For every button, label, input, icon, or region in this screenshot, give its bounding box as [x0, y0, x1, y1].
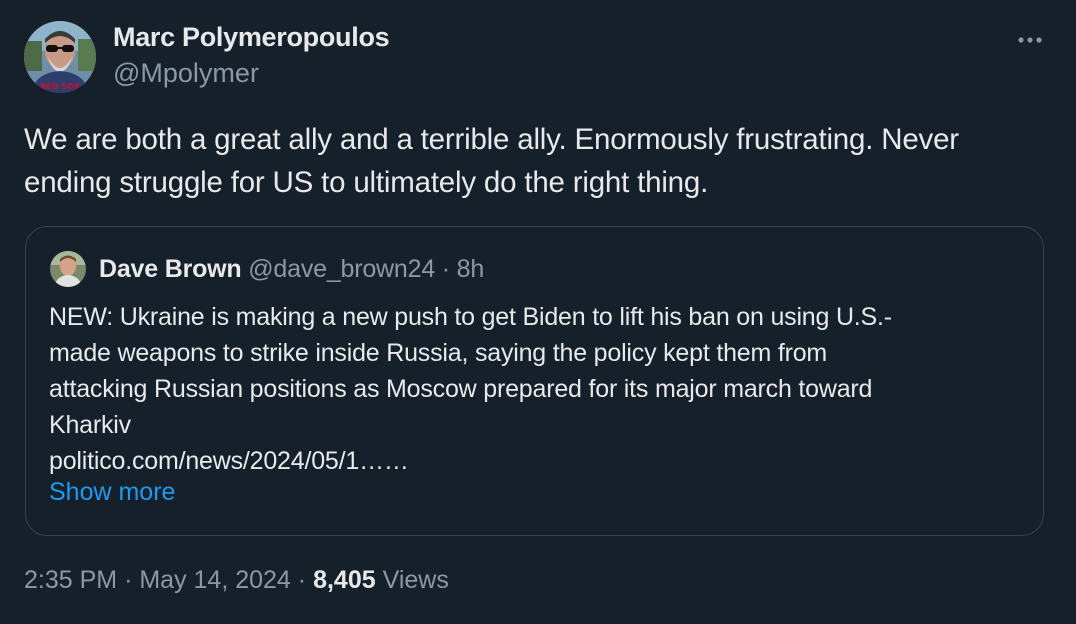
avatar-image: RED SOX: [24, 21, 96, 93]
tweet-text-line: ending struggle for US to ultimately do …: [24, 166, 709, 199]
tweet-date[interactable]: May 14, 2024: [139, 566, 291, 594]
author-handle[interactable]: @Mpolymer: [113, 58, 259, 89]
quoted-separator: ·: [441, 255, 450, 283]
author-name[interactable]: Marc Polymeropoulos: [113, 22, 390, 53]
show-more-link[interactable]: Show more: [49, 478, 175, 507]
tweet: RED SOX Marc Polymeropoulos @Mpolymer We…: [0, 0, 1076, 624]
views-count: 8,405: [313, 566, 376, 594]
quoted-text-line: made weapons to strike inside Russia, sa…: [49, 339, 828, 367]
tweet-text-line: We are both a great ally and a terrible …: [24, 123, 959, 156]
quoted-text-line: attacking Russian positions as Moscow pr…: [49, 375, 873, 403]
tweet-metadata: 2:35 PM · May 14, 2024 · 8,405 Views: [24, 566, 449, 595]
author-avatar[interactable]: RED SOX: [24, 21, 96, 93]
views-label: Views: [382, 566, 449, 594]
quoted-text-line: NEW: Ukraine is making a new push to get…: [49, 303, 892, 331]
quoted-header: Dave Brown @dave_brown24 · 8h: [99, 255, 484, 284]
quoted-link: politico.com/news/2024/05/1……: [49, 447, 409, 475]
tweet-time[interactable]: 2:35 PM: [24, 566, 117, 594]
quoted-text-line: Kharkiv: [49, 411, 131, 439]
quoted-author-name[interactable]: Dave Brown: [99, 255, 242, 283]
tweet-text: We are both a great ally and a terrible …: [24, 118, 1059, 204]
quoted-author-avatar[interactable]: [50, 251, 86, 287]
quoted-author-handle[interactable]: @dave_brown24: [248, 255, 435, 283]
meta-separator: ·: [297, 566, 307, 594]
quoted-time[interactable]: 8h: [457, 255, 485, 283]
quoted-avatar-image: [50, 251, 86, 287]
avatar-shirt-text: RED SOX: [40, 82, 80, 91]
more-options-button[interactable]: [1010, 20, 1050, 60]
more-horizontal-icon: [1018, 37, 1042, 43]
meta-separator: ·: [124, 566, 133, 594]
quoted-text: NEW: Ukraine is making a new push to get…: [49, 299, 1019, 479]
quoted-tweet[interactable]: Dave Brown @dave_brown24 · 8h NEW: Ukrai…: [25, 226, 1044, 536]
